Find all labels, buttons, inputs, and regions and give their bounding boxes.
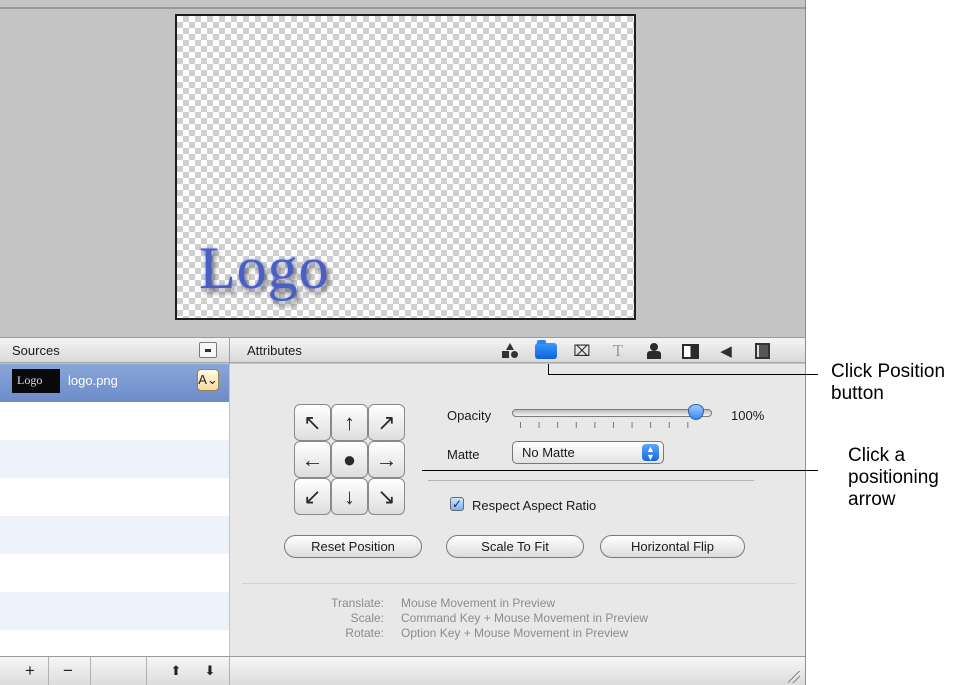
list-item [0,440,229,478]
help-labels: Translate: Scale: Rotate: [331,596,384,640]
list-item [0,630,229,656]
shapes-icon[interactable] [497,340,523,362]
position-icon[interactable] [533,340,559,362]
callout-arrow-leader [422,470,818,471]
split-icon[interactable] [677,340,703,362]
audio-icon[interactable]: ◀ [713,340,739,362]
matte-select-value: No Matte [522,445,575,460]
list-item [0,402,229,440]
arrow-right-button[interactable]: → [368,441,405,478]
preview-canvas[interactable]: Logo [175,14,636,320]
sources-title: Sources [12,343,60,358]
panel-header-bar: Sources Attributes ⌧ T ◀ [0,337,805,364]
list-item [0,592,229,630]
help-divider [242,583,796,584]
positioning-arrows: ↖ ↑ ↗ ← ● → ↙ ↓ ↘ [294,404,405,515]
arrow-up-left-button[interactable]: ↖ [294,404,331,441]
app-window: Logo Sources Attributes ⌧ T ◀ Logo logo. [0,0,806,685]
film-icon[interactable] [749,340,775,362]
matte-label: Matte [447,447,480,462]
scale-to-fit-button[interactable]: Scale To Fit [446,535,584,558]
center-button[interactable]: ● [331,441,368,478]
select-stepper-icon: ▲ ▼ [642,444,659,462]
arrow-up-right-button[interactable]: ↗ [368,404,405,441]
respect-aspect-label: Respect Aspect Ratio [472,498,597,513]
crop-icon[interactable]: ⌧ [569,340,595,362]
header-divider [229,338,230,364]
remove-source-button[interactable]: − [56,657,80,685]
arrow-down-left-button[interactable]: ↙ [294,478,331,515]
opacity-slider-ticks [520,422,706,428]
callout-position-leader [548,364,549,374]
sources-menu-button[interactable] [199,342,217,358]
move-down-button[interactable]: ⬇ [198,657,222,685]
source-thumbnail: Logo [12,369,60,393]
top-divider [0,7,805,9]
opacity-value: 100% [731,408,765,423]
divider [428,480,754,481]
position-panel: ↖ ↑ ↗ ← ● → ↙ ↓ ↘ Opacity 100% Matte No … [230,364,805,656]
bottom-separator [229,657,230,685]
matte-select[interactable]: No Matte ▲ ▼ [512,441,664,464]
opacity-slider-thumb[interactable] [688,404,704,420]
bottom-separator [146,657,147,685]
callout-positioning-arrow: Click a positioning arrow [848,445,939,510]
arrow-left-button[interactable]: ← [294,441,331,478]
arrow-down-button[interactable]: ↓ [331,478,368,515]
opacity-label: Opacity [447,408,492,423]
logo-image[interactable]: Logo [199,234,330,303]
opacity-slider[interactable] [512,409,712,417]
bottom-separator [90,657,91,685]
callout-position-leader [548,374,818,375]
callout-position-button: Click Position button [831,361,946,404]
arrow-up-button[interactable]: ↑ [331,404,368,441]
list-item [0,516,229,554]
list-item [0,478,229,516]
text-icon[interactable]: T [605,340,631,362]
bottom-separator [48,657,49,685]
person-icon[interactable] [641,340,667,362]
respect-aspect-checkbox[interactable]: ✓ [450,497,464,511]
attributes-toolbar: ⌧ T ◀ [497,340,785,362]
source-name: logo.png [68,373,118,388]
move-up-button[interactable]: ⬆ [164,657,188,685]
attributes-title: Attributes [247,343,302,358]
arrow-down-right-button[interactable]: ↘ [368,478,405,515]
resize-grip-icon[interactable] [788,671,800,683]
source-item[interactable]: Logo logo.png A⌄ [0,364,229,402]
list-item [0,554,229,592]
horizontal-flip-button[interactable]: Horizontal Flip [600,535,745,558]
sources-list: Logo logo.png A⌄ [0,364,229,656]
bottom-toolbar: + − ⬆ ⬇ [0,656,805,685]
reset-position-button[interactable]: Reset Position [284,535,422,558]
help-values: Mouse Movement in Preview Command Key + … [401,596,649,640]
source-badge-button[interactable]: A⌄ [197,369,219,391]
add-source-button[interactable]: + [18,657,42,685]
